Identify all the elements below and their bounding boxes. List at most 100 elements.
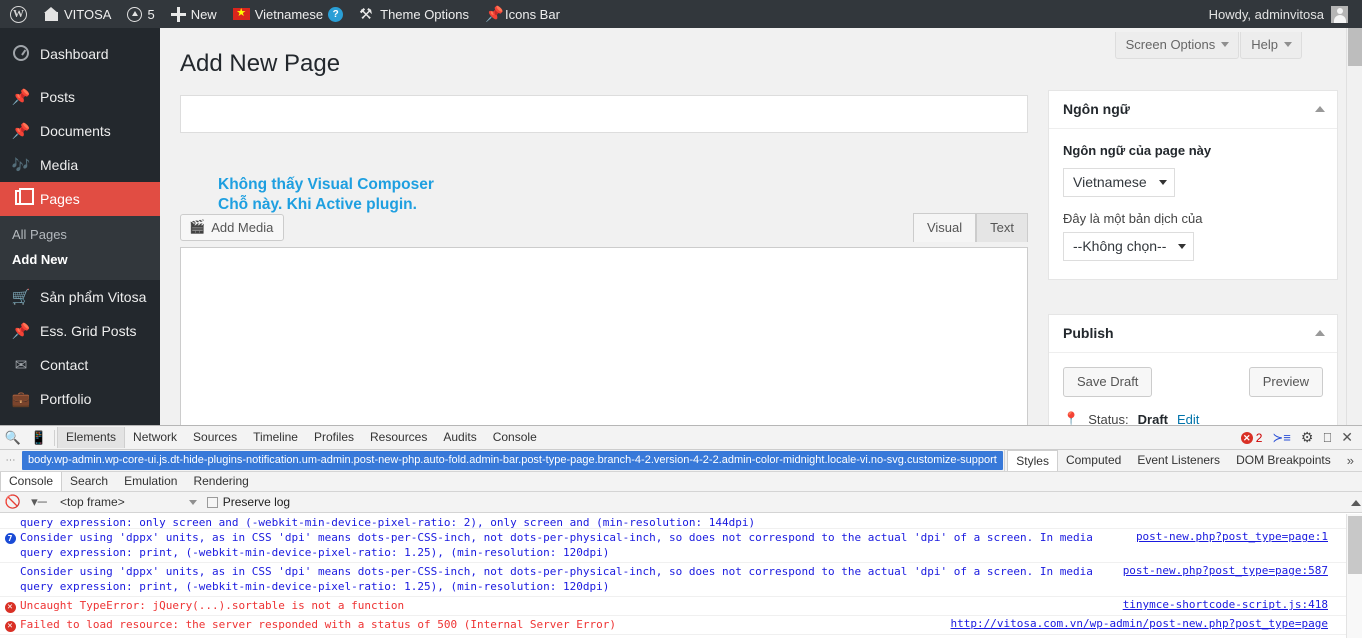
post-editor: 🎬 Add Media Visual Text — [180, 213, 1028, 452]
preview-button[interactable]: Preview — [1248, 367, 1323, 397]
media-icon: 🎬 — [189, 219, 206, 234]
filter-icon[interactable]: ▾─ — [26, 494, 52, 510]
sidebar-item-contact[interactable]: ✉ Contact — [0, 348, 160, 382]
drawer-tab-rendering[interactable]: Rendering — [185, 472, 256, 491]
add-media-button[interactable]: 🎬 Add Media — [180, 214, 285, 241]
console-scrollbar[interactable] — [1346, 500, 1362, 638]
gear-icon[interactable]: ⚙ — [1301, 429, 1314, 446]
devtools-tab-profiles[interactable]: Profiles — [306, 427, 362, 448]
breadcrumb-overflow-icon[interactable]: ⋯ — [0, 455, 22, 466]
console-message[interactable]: query expression: only screen and (-webk… — [0, 514, 1346, 529]
page-scrollbar-thumb[interactable] — [1348, 28, 1362, 66]
sidebar-subitem-add-new[interactable]: Add New — [0, 247, 160, 272]
magnifier-icon[interactable]: 🔍 — [0, 430, 26, 446]
pane-tab-dom-breakpoints[interactable]: DOM Breakpoints — [1228, 450, 1339, 471]
sidebar-item-posts[interactable]: 📌 Posts — [0, 80, 160, 114]
pane-tab-styles[interactable]: Styles — [1007, 450, 1058, 471]
devtools-tab-elements[interactable]: Elements — [57, 427, 126, 448]
devtools-tab-network[interactable]: Network — [125, 427, 185, 448]
console-drawer-icon[interactable]: ≻≡ — [1272, 430, 1290, 446]
devtools-tab-console[interactable]: Console — [485, 427, 545, 448]
console-message[interactable]: Consider using 'dppx' units, as in CSS '… — [0, 563, 1346, 597]
console-scrollbar-thumb[interactable] — [1348, 516, 1362, 574]
adminbar-updates-count: 5 — [147, 6, 155, 22]
adminbar-item-language[interactable]: Vietnamese — [225, 0, 351, 28]
sidebar-item-pages[interactable]: Pages — [0, 182, 160, 216]
devtools-panel: 🔍 📱 Elements Network Sources Timeline Pr… — [0, 425, 1362, 638]
help-button[interactable]: Help — [1240, 32, 1302, 59]
adminbar-item-updates[interactable]: 5 — [119, 0, 162, 28]
chevron-down-icon — [188, 499, 197, 505]
post-title-input[interactable] — [180, 95, 1028, 133]
sidebar-item-label: Ess. Grid Posts — [40, 323, 137, 339]
clear-console-icon[interactable]: 🚫 — [0, 494, 26, 510]
screen-options-button[interactable]: Screen Options — [1114, 32, 1240, 59]
tab-visual[interactable]: Visual — [912, 213, 977, 242]
devtools-tab-audits[interactable]: Audits — [435, 427, 484, 448]
wordpress-logo-icon — [10, 5, 27, 23]
editor-content-area[interactable] — [180, 247, 1028, 452]
console-message-source[interactable]: post-new.php?post_type=page:1 — [1136, 530, 1328, 543]
metabox-language-header[interactable]: Ngôn ngữ — [1049, 91, 1337, 129]
frame-selector-value: <top frame> — [60, 495, 125, 509]
devtools-tab-resources[interactable]: Resources — [362, 427, 435, 448]
adminbar-item-new[interactable]: New — [163, 0, 225, 28]
devtools-tab-sources[interactable]: Sources — [185, 427, 245, 448]
breadcrumb: ⋯ body.wp-admin.wp-core-ui.js.dt-hide-pl… — [0, 450, 1362, 472]
language-select[interactable]: Vietnamese — [1063, 168, 1175, 197]
adminbar-item-icons-bar[interactable]: 📌 Icons Bar — [477, 0, 568, 28]
tab-visual-label: Visual — [926, 220, 963, 235]
adminbar-item-site-name[interactable]: VITOSA — [36, 0, 119, 28]
adminbar-account-area[interactable]: Howdy, adminvitosa — [1209, 5, 1362, 23]
sidebar-item-portfolio[interactable]: 💼 Portfolio — [0, 382, 160, 416]
breadcrumb-selected-node[interactable]: body.wp-admin.wp-core-ui.js.dt-hide-plug… — [22, 451, 1003, 470]
pane-tab-event-listeners[interactable]: Event Listeners — [1129, 450, 1228, 471]
save-draft-button[interactable]: Save Draft — [1063, 367, 1153, 397]
devtools-tab-timeline[interactable]: Timeline — [245, 427, 306, 448]
sidebar-item-ess-grid-posts[interactable]: 📌 Ess. Grid Posts — [0, 314, 160, 348]
sidebar-item-documents[interactable]: 📌 Documents — [0, 114, 160, 148]
console-options-bar: 🚫 ▾─ <top frame> Preserve log — [0, 492, 1362, 513]
checkbox-icon[interactable] — [206, 496, 218, 508]
drawer-tab-console[interactable]: Console — [0, 472, 63, 491]
chevron-down-icon — [1178, 243, 1187, 249]
device-toggle-icon[interactable]: 📱 — [26, 430, 52, 446]
console-message-source[interactable]: http://vitosa.com.vn/wp-admin/post-new.p… — [951, 617, 1329, 630]
help-icon[interactable] — [328, 6, 344, 22]
console-message-source[interactable]: post-new.php?post_type=page:587 — [1123, 564, 1328, 577]
pane-tabs-more-icon[interactable]: » — [1339, 453, 1362, 468]
scroll-up-arrow-icon[interactable] — [1351, 500, 1361, 506]
adminbar-item-theme-options[interactable]: ⚒ Theme Options — [351, 0, 477, 28]
annotation-line-2: Chỗ này. Khi Active plugin. — [218, 196, 417, 213]
console-message[interactable]: 7 Consider using 'dppx' units, as in CSS… — [0, 529, 1346, 563]
metabox-publish-header[interactable]: Publish — [1049, 315, 1337, 353]
sidebar-item-dashboard[interactable]: Dashboard — [0, 37, 160, 71]
sidebar-item-san-pham-vitosa[interactable]: 🛒 Sản phẩm Vitosa — [0, 280, 160, 314]
pane-tab-computed[interactable]: Computed — [1058, 450, 1129, 471]
console-message-source[interactable]: tinymce-shortcode-script.js:418 — [1123, 598, 1328, 611]
drawer-tab-emulation[interactable]: Emulation — [116, 472, 185, 491]
wp-logo-menu-item[interactable] — [0, 0, 36, 28]
metabox-language-title: Ngôn ngữ — [1063, 101, 1130, 117]
message-badge: 7 — [0, 530, 20, 544]
message-badge: ✕ — [0, 598, 20, 613]
drawer-tab-search[interactable]: Search — [62, 472, 116, 491]
sidebar-subitem-all-pages[interactable]: All Pages — [0, 222, 160, 247]
close-icon[interactable]: ✕ — [1341, 429, 1353, 446]
preserve-log-checkbox[interactable]: Preserve log — [206, 495, 290, 509]
info-badge-icon: 7 — [4, 533, 16, 544]
console-message[interactable]: ✕ Failed to load resource: the server re… — [0, 616, 1346, 635]
console-output[interactable]: query expression: only screen and (-webk… — [0, 514, 1346, 638]
plus-icon — [170, 6, 186, 22]
dock-side-icon[interactable]: ⎕ — [1323, 430, 1331, 446]
wp-admin-bar: VITOSA 5 New Vietnamese ⚒ Theme Options … — [0, 0, 1362, 28]
chevron-up-icon[interactable] — [1315, 330, 1325, 336]
chevron-up-icon[interactable] — [1315, 106, 1325, 112]
sidebar-item-media[interactable]: 🎶 Media — [0, 148, 160, 182]
console-message[interactable]: ✕ Uncaught TypeError: jQuery(...).sortab… — [0, 597, 1346, 616]
sidebar-subitem-label: Add New — [12, 252, 68, 267]
tab-text[interactable]: Text — [976, 213, 1028, 242]
frame-selector[interactable]: <top frame> — [60, 495, 197, 509]
error-count-badge[interactable]: ✕ 2 — [1240, 431, 1262, 445]
translation-select[interactable]: --Không chọn-- — [1063, 232, 1195, 261]
